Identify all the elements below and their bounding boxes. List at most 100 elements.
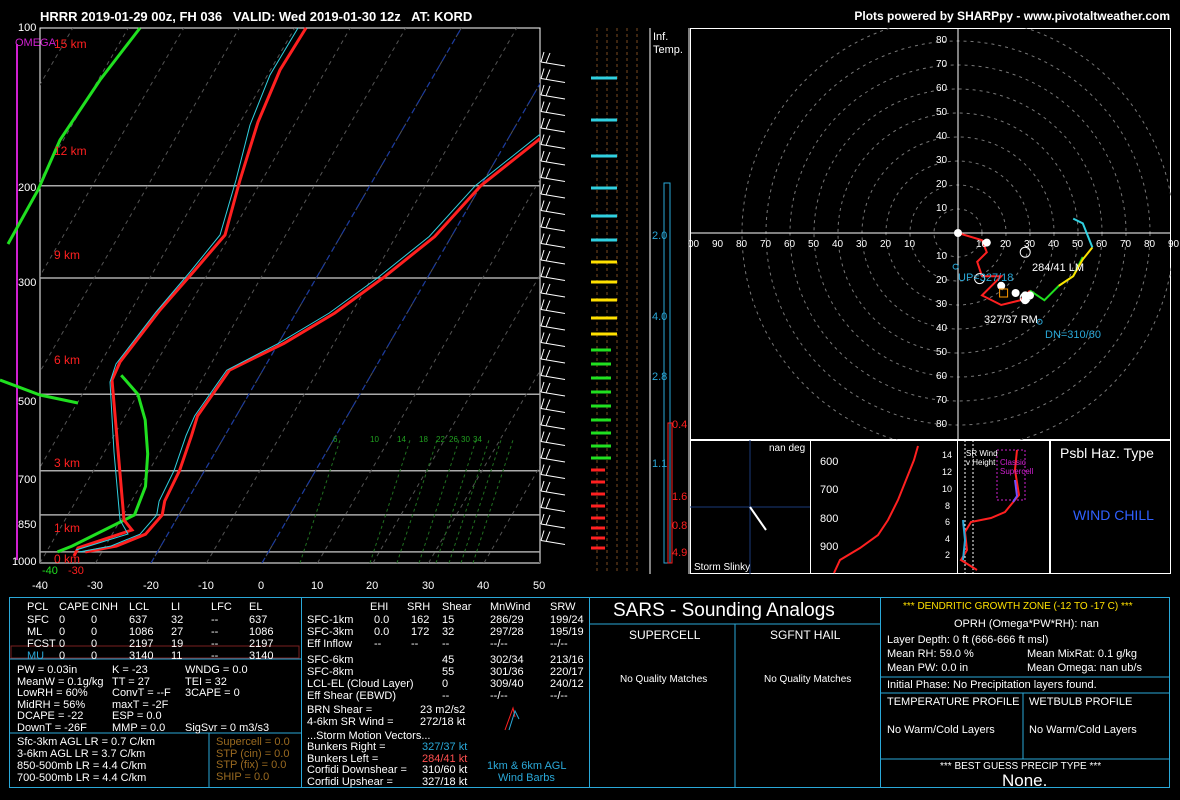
hodo-ring-label: 80	[936, 35, 948, 46]
hodo-axis-label: 80	[736, 239, 748, 250]
hazard-value: WIND CHILL	[1073, 507, 1154, 523]
motion-label: Corfidi Upshear =	[307, 775, 393, 788]
kin-cell: --	[442, 638, 450, 650]
parcel-header: CAPE	[59, 601, 89, 613]
p-tick-700: 700	[18, 474, 37, 486]
p-tick-200: 200	[18, 182, 37, 194]
kin-header: SRW	[550, 601, 576, 613]
hodo-axis-label: 30	[856, 239, 868, 250]
hodo-axis-label: 30	[1024, 239, 1036, 250]
hodo-ring-label: 30	[936, 299, 948, 310]
hodo-ring-label: 20	[936, 275, 948, 286]
hodo-axis-label: 10	[976, 239, 988, 250]
mixing-ratio-line	[396, 439, 438, 564]
brn-label: BRN Shear =	[307, 704, 373, 716]
theta-tick: 700	[820, 484, 839, 496]
index-text: SigSvr = 0 m3/s3	[185, 721, 270, 734]
isotherm	[40, 28, 74, 86]
kin-cell: --/--	[490, 638, 508, 650]
parcel-cell: 0	[91, 614, 98, 626]
sars-dividers	[589, 623, 881, 788]
parcel-cell: 32	[171, 614, 184, 626]
index-text: WNDG = 0.0	[185, 664, 248, 676]
kin-cell: SFC-3km	[307, 626, 354, 638]
mr-label: 14	[397, 435, 406, 444]
lapse-rate: Sfc-3km AGL LR = 0.7 C/km	[17, 736, 156, 748]
skewt-profiles	[0, 27, 540, 560]
parcel-cell: 0	[91, 650, 98, 662]
h-label-12km: 12 km	[54, 144, 87, 158]
hodo-ring-label: 30	[936, 155, 948, 166]
kin-cell: --/--	[550, 638, 568, 650]
kin-cell: --/--	[490, 690, 508, 702]
dgz-mean-pw: Mean PW: 0.0 in	[887, 662, 969, 674]
wind-barb	[540, 457, 566, 463]
hodo-point	[1011, 289, 1020, 297]
parcel-cell: SFC	[27, 614, 49, 626]
hodo-dn-label: DN=310/60	[1045, 329, 1101, 341]
wind-barb	[540, 243, 566, 248]
wind-barb	[540, 408, 566, 413]
mixing-ratio-line	[418, 439, 460, 564]
kin-cell: 302/34	[490, 654, 524, 666]
t-tick: 50	[533, 580, 546, 592]
wind-barb	[540, 144, 566, 149]
parcel-cell: 1086	[129, 626, 154, 638]
inf-val: 1.6	[672, 491, 688, 503]
hodo-ring-label: 10	[936, 203, 948, 214]
t-tick: 0	[258, 580, 265, 592]
kin-header: MnWind	[490, 601, 531, 613]
credit-text: Plots powered by SHARPpy - www.pivotaltw…	[854, 9, 1170, 23]
t-tick: 10	[311, 580, 324, 592]
h-label-3km: 3 km	[54, 456, 81, 470]
kin-cell: --/--	[550, 690, 568, 702]
p-tick-300: 300	[18, 277, 37, 289]
hodo-ring-label: 70	[936, 395, 948, 406]
parcel-cell: ML	[27, 626, 43, 638]
index-text: ConvT = --F	[112, 687, 171, 699]
kin-cell: 297/28	[490, 626, 524, 638]
index-text: 3CAPE = 0	[185, 687, 240, 699]
wh-tick: 10	[942, 484, 953, 494]
mr-label: 6	[333, 435, 338, 444]
motion-label: Corfidi Downshear =	[307, 764, 407, 776]
wind-barb	[540, 193, 566, 199]
dgz-mean-rh: Mean RH: 59.0 %	[887, 648, 974, 660]
wind-barb	[540, 375, 566, 380]
parcel-header: EL	[249, 601, 263, 613]
t-tick: -30	[87, 580, 103, 592]
mixing-ratio-line	[435, 439, 477, 564]
hodo-up-label: UP=327/18	[958, 272, 1014, 284]
mixing-ratio-line	[369, 439, 411, 564]
parcel-cell: 0	[91, 626, 98, 638]
brn-value: 23 m2/s2	[420, 704, 466, 716]
hodo-axis-label: 40	[1048, 239, 1060, 250]
wetbulb-profile-result: No Warm/Cold Layers	[1029, 724, 1137, 736]
mr-label: 18	[419, 435, 428, 444]
hodo-lm-label: 284/41 LM	[1032, 262, 1084, 274]
temp-profile-result: No Warm/Cold Layers	[887, 724, 995, 736]
parcel-cell: 637	[249, 614, 268, 626]
parcel-cell: 2197	[129, 638, 154, 650]
hodo-axis-label: 90	[1168, 239, 1180, 250]
kin-header: EHI	[370, 601, 389, 613]
index-text: TT = 27	[112, 675, 151, 688]
precip-value: None.	[1002, 771, 1048, 790]
t-tick: 30	[422, 580, 435, 592]
index-text: PW = 0.03in	[17, 664, 78, 676]
kin-cell: 0.0	[374, 626, 390, 638]
kin-header: SRH	[407, 601, 431, 613]
slinky-label: Storm Slinky	[694, 562, 751, 573]
isotherm	[0, 28, 17, 563]
parcel-cell: 11	[171, 650, 183, 662]
hodo-ring-label: 40	[936, 131, 948, 142]
wh-tick: 4	[945, 534, 951, 544]
wh-tick: 2	[945, 550, 951, 560]
kin-cell: Eff Inflow	[307, 638, 353, 650]
kin-cell: SFC-8km	[307, 666, 354, 678]
kin-cell: 172	[411, 626, 430, 638]
wind-barb	[540, 391, 566, 397]
motion-value: 327/18 kt	[422, 775, 468, 788]
motion-value: 327/37 kt	[422, 741, 468, 753]
theta-tick: 900	[820, 541, 839, 553]
